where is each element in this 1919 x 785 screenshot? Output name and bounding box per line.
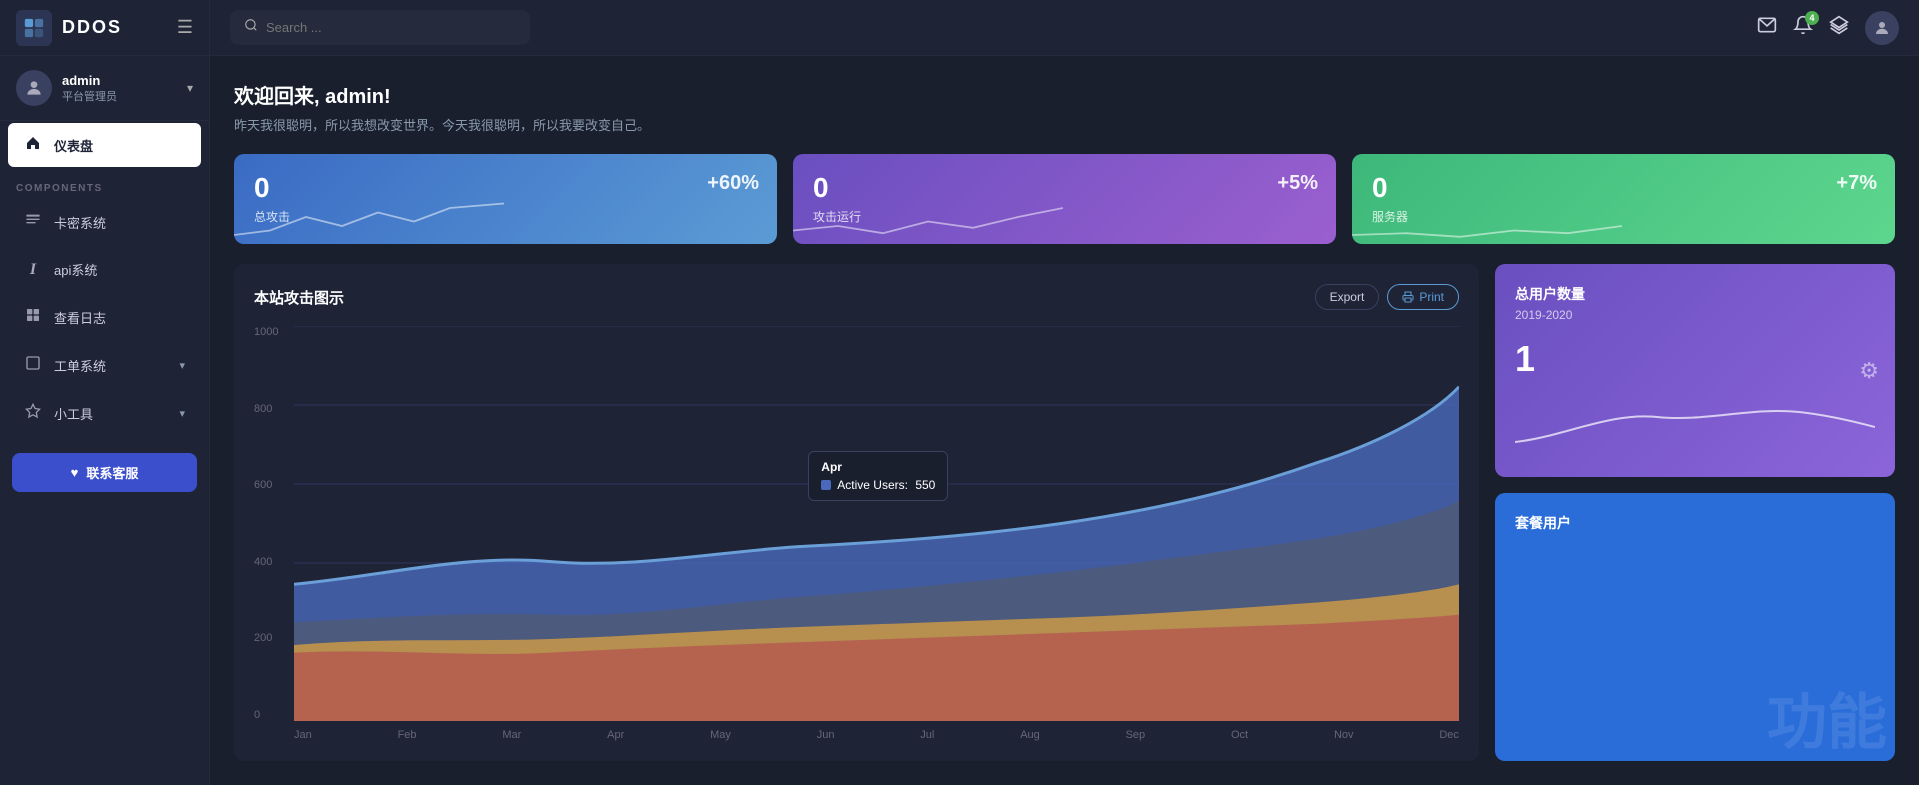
- right-panels: 总用户数量 2019-2020 1 ⚙ 套餐用户 功能: [1495, 264, 1895, 761]
- topbar-right: 4: [1757, 11, 1899, 45]
- search-icon: [244, 18, 258, 37]
- logs-icon: [24, 307, 42, 327]
- chart-header: 本站攻击图示 Export Print: [254, 284, 1459, 310]
- users-card-title: 总用户数量: [1515, 284, 1875, 304]
- chart-title: 本站攻击图示: [254, 287, 344, 308]
- kami-label: 卡密系统: [54, 213, 106, 232]
- heart-icon: ♥: [71, 465, 79, 480]
- chart-area: 1000 800 600 400 200 0 Jan Feb Mar Apr M…: [254, 326, 1459, 741]
- nav-item-tools[interactable]: 小工具 ▾: [8, 391, 201, 435]
- package-card: 套餐用户 功能: [1495, 493, 1895, 761]
- x-label-oct: Oct: [1231, 729, 1248, 741]
- x-label-dec: Dec: [1439, 729, 1459, 741]
- stats-row: 0 总攻击 +60% 0 攻击运行 +5%: [234, 154, 1895, 244]
- package-title: 套餐用户: [1515, 513, 1875, 533]
- logo-text: DDOS: [62, 17, 122, 38]
- kami-icon: [24, 212, 42, 232]
- nav-item-kami[interactable]: 卡密系统: [8, 200, 201, 244]
- x-label-mar: Mar: [502, 729, 521, 741]
- tools-arrow: ▾: [179, 407, 185, 420]
- x-label-feb: Feb: [398, 729, 417, 741]
- user-info: admin 平台管理员: [62, 73, 177, 104]
- stat-card-running: 0 攻击运行 +5%: [793, 154, 1336, 244]
- nav-item-api[interactable]: I api系统: [8, 248, 201, 291]
- content-area: 欢迎回来, admin! 昨天我很聪明，所以我想改变世界。今天我很聪明，所以我要…: [210, 56, 1919, 785]
- logs-label: 查看日志: [54, 308, 106, 327]
- user-role: 平台管理员: [62, 88, 177, 104]
- x-label-apr: Apr: [607, 729, 624, 741]
- user-name: admin: [62, 73, 177, 88]
- x-label-jan: Jan: [294, 729, 312, 741]
- chart-actions: Export Print: [1315, 284, 1459, 310]
- tickets-icon: [24, 355, 42, 375]
- mail-icon[interactable]: [1757, 15, 1777, 40]
- contact-label: 联系客服: [86, 463, 138, 482]
- print-label: Print: [1419, 290, 1444, 304]
- middle-row: 本站攻击图示 Export Print: [234, 264, 1895, 761]
- y-label-600: 600: [254, 479, 290, 491]
- users-card-number: 1: [1515, 338, 1875, 380]
- settings-gear-icon[interactable]: ⚙: [1859, 358, 1879, 384]
- users-card: 总用户数量 2019-2020 1 ⚙: [1495, 264, 1895, 477]
- export-button[interactable]: Export: [1315, 284, 1380, 310]
- nav-item-logs[interactable]: 查看日志: [8, 295, 201, 339]
- y-label-200: 200: [254, 632, 290, 644]
- x-label-sep: Sep: [1126, 729, 1146, 741]
- welcome-section: 欢迎回来, admin! 昨天我很聪明，所以我想改变世界。今天我很聪明，所以我要…: [234, 80, 1895, 134]
- main-content: 4 欢迎回来, admin! 昨天我很聪明，所以我想改变世界。今天我很聪明，所以…: [210, 0, 1919, 785]
- nav-item-tickets[interactable]: 工单系统 ▾: [8, 343, 201, 387]
- search-box[interactable]: [230, 10, 530, 45]
- api-label: api系统: [54, 260, 97, 279]
- stat-change-total: +60%: [707, 172, 759, 195]
- menu-toggle[interactable]: ☰: [177, 17, 193, 38]
- nav-item-dashboard[interactable]: 仪表盘: [8, 123, 201, 167]
- dashboard-label: 仪表盘: [54, 136, 93, 155]
- package-bg-text: 功能: [1767, 693, 1887, 753]
- notification-icon[interactable]: 4: [1793, 15, 1813, 40]
- x-label-jul: Jul: [920, 729, 934, 741]
- user-avatar-topbar[interactable]: [1865, 11, 1899, 45]
- home-icon: [24, 135, 42, 155]
- tools-label: 小工具: [54, 404, 93, 423]
- avatar: [16, 70, 52, 106]
- chart-panel: 本站攻击图示 Export Print: [234, 264, 1479, 761]
- notification-badge: 4: [1805, 11, 1819, 25]
- components-label: COMPONENTS: [0, 169, 209, 198]
- api-icon: I: [24, 261, 42, 279]
- welcome-title: 欢迎回来, admin!: [234, 80, 1895, 109]
- users-card-year: 2019-2020: [1515, 308, 1875, 322]
- layers-icon[interactable]: [1829, 15, 1849, 40]
- welcome-subtitle: 昨天我很聪明，所以我想改变世界。今天我很聪明，所以我要改变自己。: [234, 115, 1895, 134]
- stat-change-server: +7%: [1836, 172, 1877, 195]
- tools-icon: [24, 403, 42, 423]
- y-label-0: 0: [254, 709, 290, 721]
- y-label-1000: 1000: [254, 326, 290, 338]
- x-label-nov: Nov: [1334, 729, 1354, 741]
- user-profile: admin 平台管理员 ▾: [0, 56, 209, 121]
- stat-card-server: 0 服务器 +7%: [1352, 154, 1895, 244]
- x-label-jun: Jun: [817, 729, 835, 741]
- sidebar-logo: DDOS ☰: [0, 0, 209, 56]
- tickets-label: 工单系统: [54, 356, 106, 375]
- y-label-800: 800: [254, 403, 290, 415]
- tickets-arrow: ▾: [179, 359, 185, 372]
- user-arrow[interactable]: ▾: [187, 81, 193, 95]
- sidebar: DDOS ☰ admin 平台管理员 ▾ 仪表盘 COMPONENTS 卡密系: [0, 0, 210, 785]
- topbar: 4: [210, 0, 1919, 56]
- x-label-aug: Aug: [1020, 729, 1040, 741]
- stat-change-running: +5%: [1277, 172, 1318, 195]
- x-label-may: May: [710, 729, 731, 741]
- y-label-400: 400: [254, 556, 290, 568]
- search-input[interactable]: [266, 20, 516, 35]
- print-button[interactable]: Print: [1387, 284, 1459, 310]
- logo-icon: [16, 10, 52, 46]
- stat-card-total: 0 总攻击 +60%: [234, 154, 777, 244]
- contact-button[interactable]: ♥ 联系客服: [12, 453, 197, 492]
